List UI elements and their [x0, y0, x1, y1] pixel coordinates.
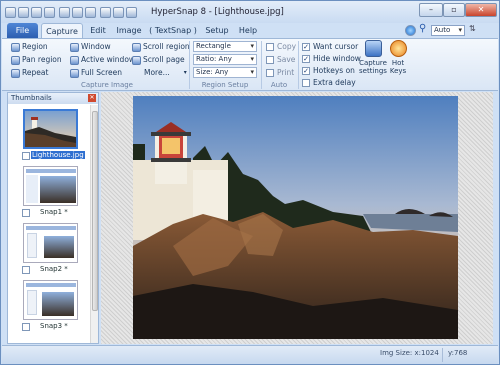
capture-settings-icon [364, 40, 382, 57]
print-icon[interactable] [85, 6, 96, 18]
scroll-page-button[interactable]: Scroll page [132, 54, 185, 66]
auto-print-checkbox[interactable]: Print [266, 67, 294, 79]
minimize-button[interactable]: – [419, 3, 443, 17]
status-bar: Img Size: x:1024 y:768 [2, 345, 498, 364]
panel-close-icon[interactable]: ✕ [88, 94, 96, 102]
maximize-button[interactable]: ▫ [443, 3, 465, 17]
group-divider [298, 41, 299, 89]
thumbnail-snap2[interactable] [23, 223, 78, 263]
thumbnail-label: Snap1 * [40, 208, 68, 216]
thumbnail-label: Snap2 * [40, 265, 68, 273]
open-icon[interactable] [31, 6, 42, 18]
tab-image[interactable]: Image [113, 23, 145, 38]
pan-region-button[interactable]: Pan region [11, 54, 62, 66]
window-title: HyperSnap 8 - [Lighthouse.jpg] [151, 7, 284, 17]
tab-setup[interactable]: Setup [201, 23, 233, 38]
capture-image-group-label: Capture Image [81, 81, 133, 89]
repeat-button[interactable]: Repeat [11, 67, 48, 79]
full-screen-icon [70, 68, 79, 78]
region-shape-select[interactable]: Rectangle [193, 41, 257, 52]
auto-group-label: Auto [270, 81, 288, 89]
tab-textsnap[interactable]: ( TextSnap ) [149, 23, 197, 38]
app-icon[interactable] [5, 6, 16, 18]
auto-save-checkbox[interactable]: Save [266, 54, 295, 66]
thumbnails-scrollbar[interactable] [90, 105, 98, 343]
scroll-page-icon [132, 55, 141, 65]
group-divider [261, 41, 262, 89]
thumbnail-lighthouse[interactable] [23, 109, 78, 149]
tab-capture[interactable]: Capture [41, 23, 83, 38]
image-size-y: y:768 [448, 349, 468, 357]
thumbnail-checkbox[interactable] [22, 266, 30, 274]
camera-icon[interactable] [72, 6, 83, 18]
full-screen-button[interactable]: Full Screen [70, 67, 122, 79]
window-icon [70, 42, 79, 52]
tab-edit[interactable]: Edit [85, 23, 111, 38]
thumbnail-snap3[interactable] [23, 280, 78, 320]
title-bar: HyperSnap 8 - [Lighthouse.jpg] – ▫ ✕ [1, 1, 499, 23]
tab-help[interactable]: Help [235, 23, 261, 38]
thumbnail-checkbox[interactable] [22, 152, 30, 160]
active-window-icon [70, 55, 79, 65]
scrollbar-thumb[interactable] [92, 111, 98, 311]
repeat-icon [11, 68, 20, 78]
dropdown-arrow-icon: ▾ [183, 69, 187, 76]
capture-settings-button[interactable]: Capture settings [358, 40, 388, 80]
ribbon-panel: Region Pan region Repeat Window Active w… [2, 38, 498, 91]
region-setup-group-label: Region Setup [201, 81, 249, 89]
thumbnails-panel: Thumbnails ✕ Lighthouse.jpg Snap1 * Snap… [7, 92, 99, 344]
thumbnail-snap1[interactable] [23, 166, 78, 206]
hide-window-checkbox[interactable]: ✓ Hide window [302, 53, 361, 65]
ribbon-options-icon[interactable]: ⇅ [469, 24, 476, 33]
lighthouse-image [133, 96, 458, 339]
active-window-button[interactable]: Active window [70, 54, 135, 66]
help-icon[interactable] [405, 25, 416, 36]
thumbnail-checkbox[interactable] [22, 209, 30, 217]
pan-region-icon [11, 55, 20, 65]
close-button[interactable]: ✕ [465, 3, 497, 17]
auto-copy-checkbox[interactable]: Copy [266, 41, 296, 53]
hot-keys-icon [389, 40, 407, 57]
zoom-select[interactable]: Auto [431, 25, 465, 36]
more-button[interactable]: More... ▾ [144, 67, 187, 79]
thumbnail-checkbox[interactable] [22, 323, 30, 331]
scroll-region-button[interactable]: Scroll region [132, 41, 190, 53]
ribbon-tabs: File Capture Edit Image ( TextSnap ) Set… [1, 23, 499, 38]
region-button[interactable]: Region [11, 41, 48, 53]
lighthouse-photo[interactable] [133, 96, 458, 339]
tab-file[interactable]: File [7, 23, 38, 38]
group-divider [189, 41, 190, 89]
redo-icon[interactable] [113, 6, 124, 18]
want-cursor-checkbox[interactable]: ✓ Want cursor [302, 41, 358, 53]
region-icon [11, 42, 20, 52]
lighthouse-thumbnail-image [25, 111, 76, 147]
new-icon[interactable] [18, 6, 29, 18]
scroll-region-icon [132, 42, 141, 52]
ratio-select[interactable]: Ratio: Any [193, 54, 257, 65]
thumbnails-header: Thumbnails ✕ [8, 93, 98, 104]
status-divider [442, 348, 443, 362]
extra-delay-checkbox[interactable]: Extra delay [302, 77, 356, 89]
capture-icon[interactable] [59, 6, 70, 18]
thumbnail-label[interactable]: Lighthouse.jpg [31, 151, 85, 159]
save-icon[interactable] [44, 6, 55, 18]
size-select[interactable]: Size: Any [193, 67, 257, 78]
search-icon[interactable]: ⚲ [419, 23, 426, 34]
window-button[interactable]: Window [70, 41, 111, 53]
customize-icon[interactable] [126, 6, 137, 18]
hot-keys-button[interactable]: Hot Keys [386, 40, 410, 80]
image-size-x: Img Size: x:1024 [380, 349, 439, 357]
app-window: HyperSnap 8 - [Lighthouse.jpg] – ▫ ✕ Fil… [0, 0, 500, 365]
hotkeys-on-checkbox[interactable]: ✓ Hotkeys on [302, 65, 355, 77]
undo-icon[interactable] [100, 6, 111, 18]
thumbnail-label: Snap3 * [40, 322, 68, 330]
